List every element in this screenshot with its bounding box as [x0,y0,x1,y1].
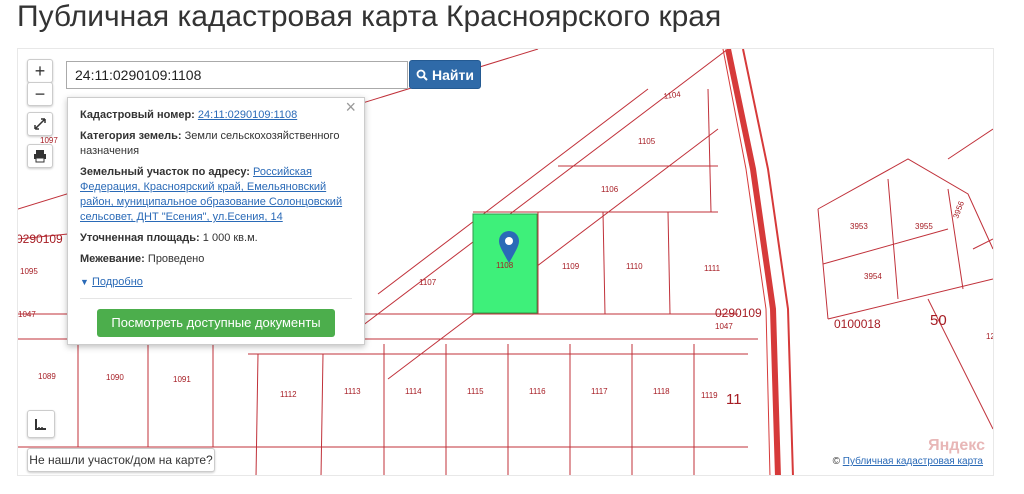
boundary-line [887,178,899,300]
search-icon [416,69,428,81]
cadastral-number-row: Кадастровый номер: 24:11:0290109:1108 [80,108,352,123]
boundary-line [947,128,993,160]
zoom-in-button[interactable]: + [27,59,53,83]
parcel-label: 1111 [704,264,721,273]
boundary-line [817,158,993,250]
quarter-label: 0290109 [715,306,762,320]
parcel-info-popup: × Кадастровый номер: 24:11:0290109:1108 … [67,97,365,345]
parcel-label: 1089 [38,372,56,381]
parcel-label: 1090 [106,373,124,382]
more-link[interactable]: Подробно [92,275,143,290]
search-button-label: Найти [432,66,474,83]
parcel-label: 1112 [280,390,297,399]
parcel-label: 1110 [626,262,643,271]
parcel-label: 3953 [850,222,868,231]
parcel-label: 3955 [915,222,933,231]
boundary-line [827,278,993,320]
survey-value: Проведено [147,253,205,265]
fullscreen-button[interactable] [27,112,53,136]
parcel-label: 3954 [864,272,882,281]
parcel-label: 1109 [562,262,580,271]
land-category-label: Категория земель: [80,130,182,142]
parcel-label: 1106 [601,185,619,194]
parcel-label: 1105 [638,137,656,146]
ruler-button[interactable] [27,410,55,438]
cadastral-map[interactable]: 1104 1105 1106 1107 1108 1109 1110 1111 … [17,48,994,476]
more-toggle[interactable]: ▼ Подробно [80,273,352,290]
print-button[interactable] [27,144,53,168]
caret-down-icon: ▼ [80,277,89,287]
area-value: 1 000 кв.м. [202,232,258,244]
parcel-label: 1107 [419,278,437,287]
cadastral-number-link[interactable]: 24:11:0290109:1108 [198,109,297,121]
parcel-label: 1113 [344,387,361,396]
parcel-label: 1115 [467,387,484,396]
print-icon [34,150,46,163]
parcel-label: 1117 [591,387,608,396]
divider [80,298,352,299]
not-found-button[interactable]: Не нашли участок/дом на карте? [27,448,215,472]
parcel-label: 1091 [173,375,191,384]
parcel-label: 1118 [653,387,670,396]
boundary-line [667,211,671,315]
parcel-label: 3956 [951,199,966,219]
search-input[interactable]: 24:11:0290109:1108 [66,61,408,89]
boundary-line [972,238,993,250]
copyright-sign: © [832,456,840,467]
parcel-label: 1095 [20,267,38,276]
quarter-label: 11 [726,391,742,408]
boundary-line [602,211,606,315]
parcel-label: 1104 [663,90,682,101]
attribution-link[interactable]: Публичная кадастровая карта [843,456,983,467]
page-title: Публичная кадастровая карта Красноярског… [17,0,722,33]
quarter-label: 0290109 [18,232,63,246]
zoom-out-button[interactable]: − [27,82,53,106]
address-label: Земельный участок по адресу: [80,166,250,178]
yandex-logo: Яндекс [928,437,985,454]
survey-row: Межевание: Проведено [80,252,352,267]
address-row: Земельный участок по адресу: Российская … [80,165,352,225]
fullscreen-icon [34,118,46,130]
parcel-label: 1116 [529,387,546,396]
view-documents-button[interactable]: Посмотреть доступные документы [97,309,335,337]
parcel-label: 1119 [701,391,718,400]
quarter-label: 50 [930,312,947,329]
quarter-label: 0100018 [834,317,881,331]
attribution: © Публичная кадастровая карта [830,456,985,467]
parcel-label: 1047 [715,322,733,331]
parcel-label: 12 [986,332,994,341]
boundary-line [822,228,949,265]
ruler-icon [35,419,46,430]
close-icon[interactable]: × [345,98,356,116]
area-row: Уточненная площадь: 1 000 кв.м. [80,231,352,246]
search-button[interactable]: Найти [409,60,481,89]
cadastral-number-label: Кадастровый номер: [80,109,195,121]
boundary-line [320,353,324,475]
parcel-label: 1114 [405,387,422,396]
highway-line [722,49,771,475]
parcel-label: 1047 [18,310,36,319]
area-label: Уточненная площадь: [80,232,200,244]
land-category-row: Категория земель: Земли сельскохозяйстве… [80,129,352,159]
survey-label: Межевание: [80,253,145,265]
parcel-label: 1108 [496,261,514,270]
boundary-line [707,88,712,213]
boundary-line [255,353,259,475]
